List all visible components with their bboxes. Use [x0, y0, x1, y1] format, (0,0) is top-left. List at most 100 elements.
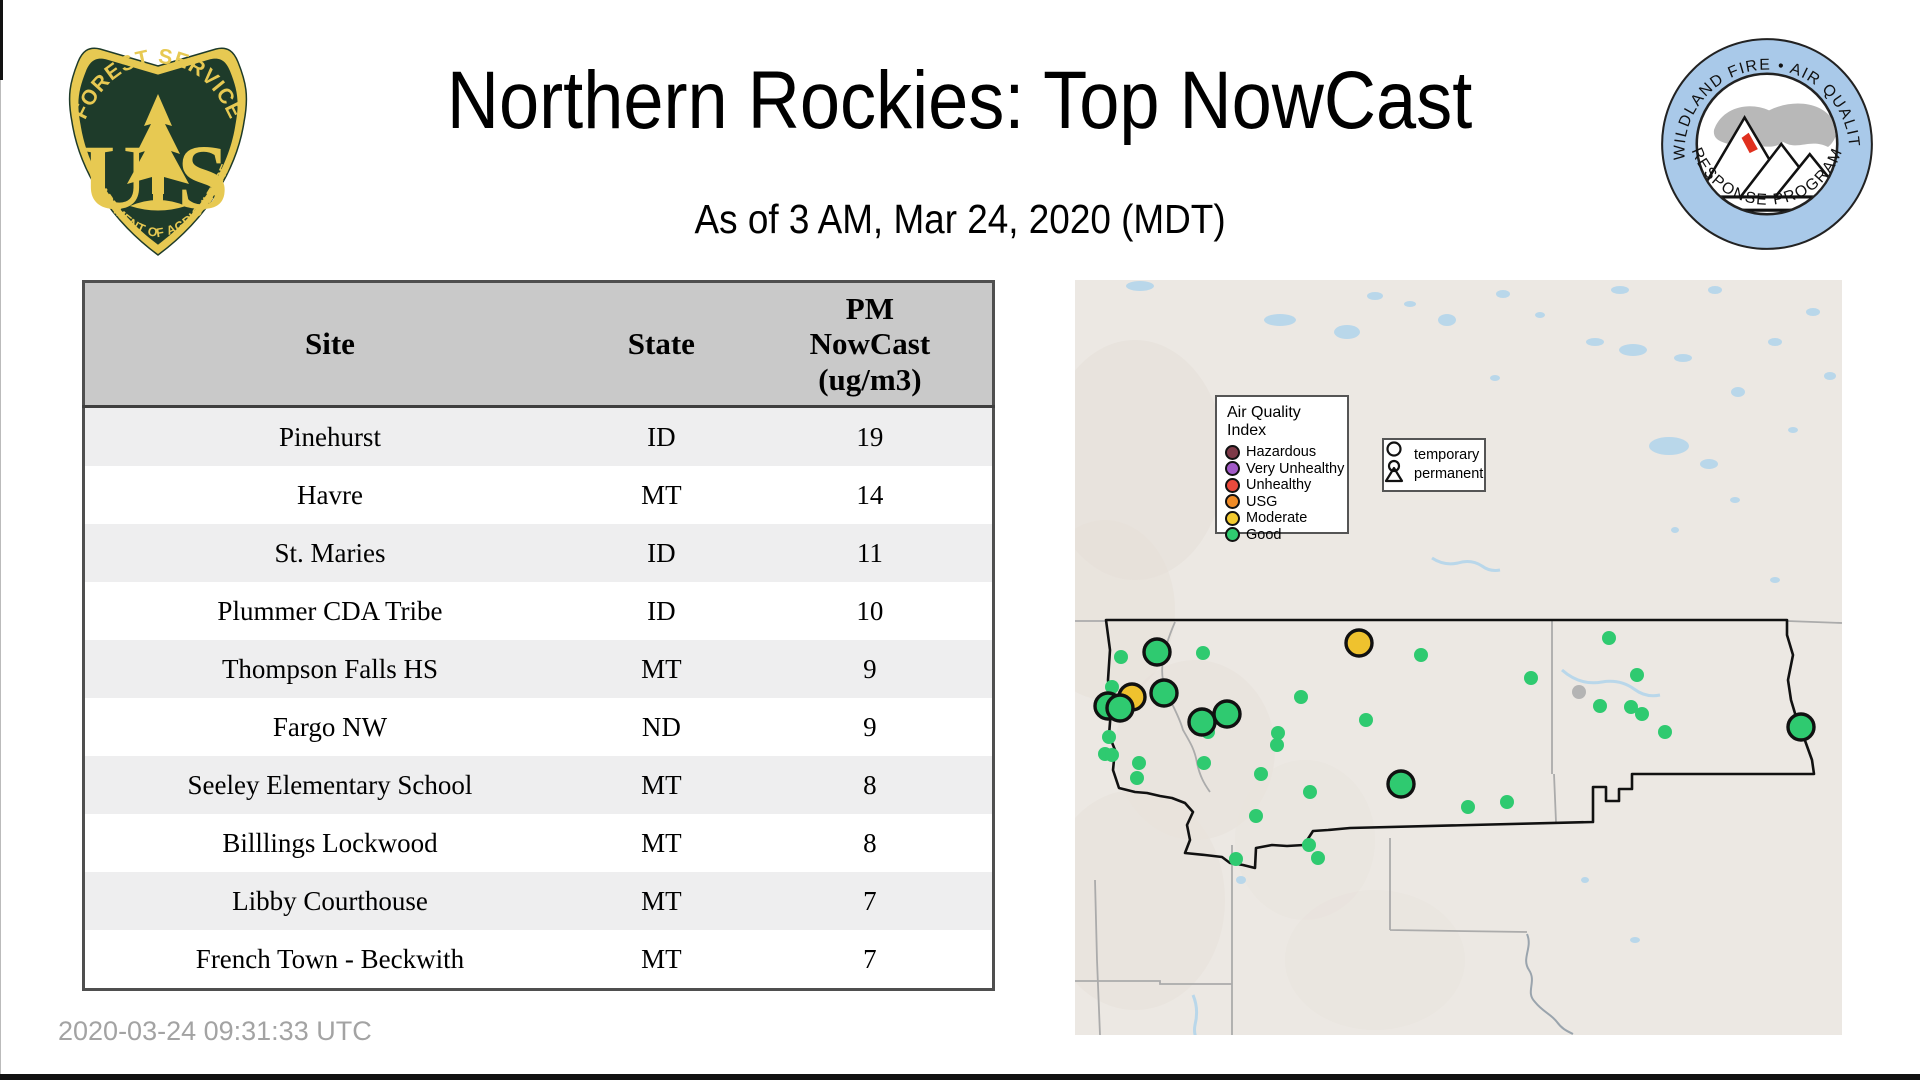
window-edge-left: [0, 80, 1, 1075]
aqi-item-label: Unhealthy: [1246, 477, 1312, 494]
site-cell: French Town - Beckwith: [195, 943, 465, 974]
state-cell: MT: [641, 885, 682, 916]
monitor-marker-small: [1302, 838, 1316, 852]
state-cell: MT: [641, 653, 682, 684]
value-cell: 7: [863, 943, 877, 974]
monitor-marker-small: [1414, 648, 1428, 662]
state-cell: MT: [641, 827, 682, 858]
monitor-marker-small: [1524, 671, 1538, 685]
page-subtitle: As of 3 AM, Mar 24, 2020 (MDT): [694, 196, 1226, 242]
table-header-row: Site State PM NowCast (ug/m3): [83, 281, 994, 408]
site-cell: Pinehurst: [278, 421, 381, 452]
table-row: French Town - Beckwith MT 7: [83, 930, 994, 990]
temporary-label: temporary: [1414, 447, 1480, 463]
table-row: St. Maries ID 11: [83, 524, 994, 582]
state-cell: MT: [641, 479, 682, 510]
table-row: Thompson Falls HS MT 9: [83, 640, 994, 698]
site-cell: Billlings Lockwood: [222, 827, 438, 858]
aqi-legend-item: Unhealthy: [1225, 477, 1339, 494]
aqi-color-dot-icon: [1225, 510, 1240, 526]
aqi-item-label: USG: [1246, 493, 1278, 510]
monitor-marker-small: [1132, 756, 1146, 770]
site-cell: Plummer CDA Tribe: [217, 595, 443, 626]
state-cell: ID: [647, 421, 676, 452]
state-cell: MT: [641, 769, 682, 800]
monitor-marker-large: [1344, 628, 1374, 658]
aqi-color-dot-icon: [1225, 477, 1240, 493]
monitor-marker-large: [1212, 699, 1242, 729]
usfs-logo: FOREST SERVICE DEPARTMENT OF AGRICULTURE…: [58, 36, 258, 261]
value-cell: 19: [856, 421, 884, 452]
monitor-marker-small: [1461, 800, 1475, 814]
monitor-marker-small: [1249, 809, 1263, 823]
monitor-marker-large: [1187, 707, 1217, 737]
value-cell: 14: [856, 479, 884, 510]
table-row: Seeley Elementary School MT 8: [83, 756, 994, 814]
monitor-marker-large: [1786, 712, 1816, 742]
column-header-state: State: [574, 281, 748, 408]
monitor-marker-small: [1572, 685, 1586, 699]
wfaqrp-logo-icon: WILDLAND FIRE • AIR QUALITY RESPONSE PRO…: [1649, 19, 1873, 250]
monitor-marker-small: [1303, 785, 1317, 799]
wfaqrp-logo: WILDLAND FIRE • AIR QUALITY RESPONSE PRO…: [1649, 19, 1879, 256]
monitor-marker-small: [1359, 713, 1373, 727]
aqi-legend-items: Hazardous Very Unhealthy Unhealthy USG Moder…: [1225, 444, 1344, 544]
table-row: Fargo NW ND 9: [83, 698, 994, 756]
aqi-item-label: Hazardous: [1246, 444, 1317, 461]
monitor-marker-small: [1105, 748, 1119, 762]
monitor-marker-small: [1593, 699, 1607, 713]
state-cell: MT: [641, 943, 682, 974]
monitor-marker-large: [1105, 693, 1135, 723]
value-cell: 8: [863, 827, 877, 858]
window-edge-top-left: [0, 0, 3, 80]
monitor-marker-small: [1197, 756, 1211, 770]
monitor-marker-small: [1271, 726, 1285, 740]
aqi-legend: Air Quality Index Hazardous Very Unhealth…: [1215, 395, 1349, 543]
monitor-marker-small: [1114, 650, 1128, 664]
monitor-marker-small: [1311, 851, 1325, 865]
site-cell: Fargo NW: [272, 711, 388, 742]
monitor-marker-small: [1254, 767, 1268, 781]
table-body: Pinehurst ID 19 Havre MT 14 St. Maries ID 11 Plum…: [83, 406, 994, 990]
state-cell: ID: [647, 595, 676, 626]
monitor-marker-small: [1270, 738, 1284, 752]
aqi-item-label: Moderate: [1246, 510, 1308, 527]
value-cell: 9: [863, 711, 877, 742]
aqi-color-dot-icon: [1225, 461, 1240, 477]
temporary-marker-icon: [1386, 441, 1402, 457]
monitor-marker-large: [1142, 637, 1172, 667]
monitor-marker-small: [1635, 707, 1649, 721]
marker-type-legend: temporary permanent: [1382, 438, 1486, 492]
value-cell: 11: [856, 537, 883, 568]
aqi-color-dot-icon: [1225, 527, 1240, 543]
aqi-item-label: Very Unhealthy: [1246, 460, 1345, 477]
report-slide: FOREST SERVICE DEPARTMENT OF AGRICULTURE…: [0, 0, 1920, 1080]
state-cell: ND: [641, 711, 681, 742]
monitor-marker-small: [1658, 725, 1672, 739]
monitor-marker-small: [1294, 690, 1308, 704]
monitor-marker-small: [1196, 646, 1210, 660]
monitor-marker-large: [1386, 769, 1416, 799]
aqi-color-dot-icon: [1225, 494, 1240, 510]
monitor-marker-small: [1500, 795, 1514, 809]
site-cell: Seeley Elementary School: [187, 769, 473, 800]
site-cell: St. Maries: [274, 537, 386, 568]
monitor-marker-small: [1130, 771, 1144, 785]
site-cell: Havre: [296, 479, 363, 510]
value-cell: 8: [863, 769, 877, 800]
aqi-item-label: Good: [1246, 526, 1282, 543]
aqi-legend-item: Good: [1225, 527, 1339, 544]
value-cell: 7: [863, 885, 877, 916]
aqi-legend-item: Moderate: [1225, 510, 1339, 527]
monitor-marker-small: [1602, 631, 1616, 645]
column-header-site: Site: [83, 281, 575, 408]
state-cell: ID: [647, 537, 676, 568]
table-row: Havre MT 14: [83, 466, 994, 524]
table-row: Plummer CDA Tribe ID 10: [83, 582, 994, 640]
monitor-marker-small: [1229, 852, 1243, 866]
monitor-marker-small: [1630, 668, 1644, 682]
value-cell: 9: [863, 653, 877, 684]
monitor-marker-small: [1102, 730, 1116, 744]
column-header-value: PM NowCast (ug/m3): [747, 281, 994, 408]
table-row: Billlings Lockwood MT 8: [83, 814, 994, 872]
